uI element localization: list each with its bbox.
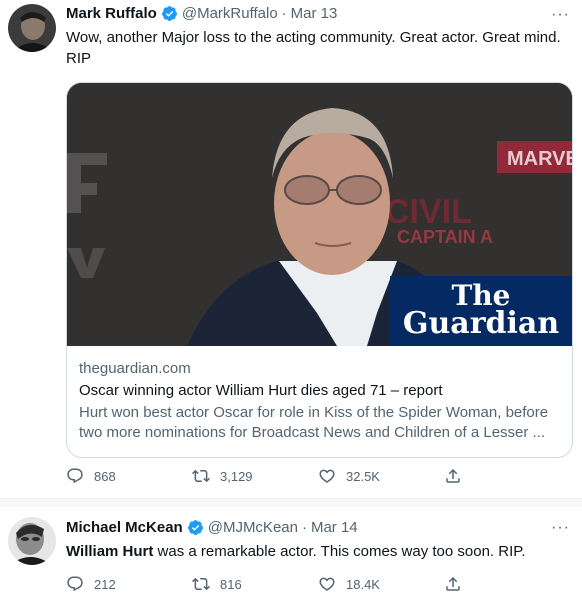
- like-icon: [319, 469, 335, 483]
- separator: ·: [281, 5, 287, 22]
- retweet-icon: [192, 577, 210, 591]
- retweet-count: 816: [220, 576, 242, 592]
- reply-icon: [67, 468, 83, 484]
- svg-text:MARVEL: MARVEL: [507, 148, 572, 170]
- like-count: 32.5K: [346, 468, 380, 484]
- tweet-date[interactable]: Mar 13: [291, 5, 338, 22]
- link-card[interactable]: MARVEL CIVIL CAPTAIN A The Guardian theg…: [66, 82, 573, 458]
- share-button[interactable]: [444, 575, 570, 593]
- reply-icon: [67, 576, 83, 592]
- card-description: Hurt won best actor Oscar for role in Ki…: [79, 404, 549, 441]
- like-icon: [319, 577, 335, 591]
- retweet-button[interactable]: 816: [192, 575, 318, 593]
- svg-text:CIVIL: CIVIL: [385, 193, 472, 231]
- avatar[interactable]: [8, 4, 56, 52]
- author-handle[interactable]: @MJMcKean: [208, 519, 298, 536]
- share-button[interactable]: [444, 467, 570, 485]
- tweet-text-bold: William Hurt: [66, 543, 154, 560]
- author-name[interactable]: Michael McKean: [66, 519, 183, 536]
- share-icon: [446, 576, 460, 591]
- tweet-date[interactable]: Mar 14: [311, 519, 358, 536]
- tweet[interactable]: Michael McKean @MJMcKean · Mar 14 ··· Wi…: [0, 507, 582, 598]
- tweet-actions: 212 816 18.4K: [66, 575, 570, 593]
- verified-badge-icon: [187, 520, 203, 535]
- more-options-button[interactable]: ···: [551, 519, 570, 537]
- tweet-header: Michael McKean @MJMcKean · Mar 14: [66, 519, 358, 536]
- like-button[interactable]: 32.5K: [318, 467, 444, 485]
- retweet-icon: [192, 469, 210, 483]
- tweet-actions: 868 3,129 32.5K: [66, 467, 570, 485]
- separator: ·: [301, 519, 307, 536]
- tweet-text: William Hurt was a remarkable actor. Thi…: [66, 541, 570, 562]
- retweet-button[interactable]: 3,129: [192, 467, 318, 485]
- like-count: 18.4K: [346, 576, 380, 592]
- card-image: MARVEL CIVIL CAPTAIN A The Guardian: [67, 83, 572, 346]
- tweet-header: Mark Ruffalo @MarkRuffalo · Mar 13: [66, 5, 337, 22]
- card-body: theguardian.com Oscar winning actor Will…: [79, 359, 560, 443]
- retweet-count: 3,129: [220, 468, 253, 484]
- card-domain: theguardian.com: [79, 360, 191, 377]
- reply-count: 212: [94, 576, 116, 592]
- author-name[interactable]: Mark Ruffalo: [66, 5, 157, 22]
- tweet[interactable]: Mark Ruffalo @MarkRuffalo · Mar 13 ··· W…: [0, 0, 582, 499]
- card-title: Oscar winning actor William Hurt dies ag…: [79, 382, 443, 399]
- avatar[interactable]: [8, 517, 56, 565]
- more-options-button[interactable]: ···: [551, 6, 570, 24]
- svg-text:CAPTAIN A: CAPTAIN A: [397, 227, 493, 247]
- like-button[interactable]: 18.4K: [318, 575, 444, 593]
- share-icon: [446, 468, 460, 483]
- author-handle[interactable]: @MarkRuffalo: [182, 5, 278, 22]
- guardian-logo: The Guardian: [390, 276, 572, 346]
- tweet-text-rest: was a remarkable actor. This comes way t…: [153, 543, 526, 560]
- tweet-text: Wow, another Major loss to the acting co…: [66, 29, 561, 67]
- reply-count: 868: [94, 468, 116, 484]
- reply-button[interactable]: 868: [66, 467, 192, 485]
- reply-button[interactable]: 212: [66, 575, 192, 593]
- verified-badge-icon: [161, 6, 177, 21]
- tweet-divider: [0, 499, 582, 507]
